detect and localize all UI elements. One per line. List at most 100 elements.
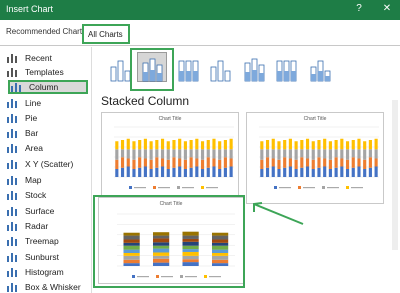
radar-chart-icon <box>6 220 20 232</box>
chart-bar-segment <box>311 141 315 150</box>
help-button[interactable]: ? <box>352 3 366 14</box>
sidebar-item-area[interactable]: Area <box>6 141 88 155</box>
box-whisker-chart-icon <box>6 281 20 293</box>
sidebar-item-label: Histogram <box>25 267 64 277</box>
sidebar-item-treemap[interactable]: Treemap <box>6 234 88 248</box>
sidebar-item-column[interactable]: Column <box>8 80 88 94</box>
templates-icon <box>6 66 20 78</box>
chart-bar-segment <box>223 140 227 150</box>
chart-bar-segment <box>363 159 367 169</box>
chart-bar-segment <box>200 169 205 177</box>
chart-bar-segment <box>260 169 264 177</box>
legend-text <box>158 187 170 189</box>
sidebar-item-label: Area <box>25 143 43 153</box>
legend-swatch <box>274 186 277 189</box>
chart-bar-segment <box>178 158 182 167</box>
sidebar-item-radar[interactable]: Radar <box>6 219 88 233</box>
map-chart-icon <box>6 174 20 186</box>
chart-bar-segment <box>149 159 153 169</box>
chart-bar-segment <box>271 166 275 177</box>
legend-swatch <box>177 186 180 189</box>
chart-bar-segment <box>340 138 344 150</box>
chart-bar-segment <box>288 138 292 150</box>
legend-text <box>327 187 339 189</box>
scrollbar[interactable] <box>392 100 398 250</box>
chart-bar-segment <box>277 149 281 160</box>
chart-bar-segment <box>189 149 193 158</box>
chart-bar-segment <box>265 149 270 158</box>
chart-bar-segment <box>189 157 193 168</box>
tab-all-charts[interactable]: All Charts <box>82 24 130 44</box>
subtype-title: Stacked Column <box>101 94 190 108</box>
chart-bar-segment <box>126 158 130 167</box>
tab-recommended-charts[interactable]: Recommended Charts <box>6 27 86 36</box>
chart-bar-segment <box>178 149 182 159</box>
subtype-3d-stacked-column-icon[interactable] <box>239 52 269 82</box>
sidebar-item-label: Column <box>29 82 59 92</box>
subtype-3d-clustered-column-icon[interactable] <box>205 52 235 82</box>
chart-bar-segment <box>143 158 147 167</box>
subtype-100-stacked-column-icon[interactable] <box>173 52 203 82</box>
arrow-annotation <box>253 202 304 225</box>
sidebar-item-templates[interactable]: Templates <box>6 65 88 79</box>
sidebar-item-recent[interactable]: Recent <box>6 51 88 65</box>
sidebar-item-label: Treemap <box>25 236 59 246</box>
legend-text <box>134 187 146 189</box>
chart-bar-segment <box>218 141 222 150</box>
chart-bar-segment <box>218 159 222 169</box>
subtype-3d-100-stacked-column-icon[interactable] <box>271 52 301 82</box>
chart-bar-segment <box>115 149 119 160</box>
close-button[interactable]: ✕ <box>380 3 394 14</box>
chart-type-sidebar: Recent Templates Column Line Pie Bar Area X Y (… <box>0 47 92 293</box>
sidebar-item-pie[interactable]: Pie <box>6 111 88 125</box>
chart-bar-segment <box>357 158 361 167</box>
sidebar-item-histogram[interactable]: Histogram <box>6 265 88 279</box>
chart-bar-segment <box>206 140 210 150</box>
chart-bar-segment <box>374 166 378 177</box>
sidebar-item-x-y-scatter[interactable]: X Y (Scatter) <box>6 157 88 171</box>
chart-bar-segment <box>283 157 287 168</box>
chart-bar-segment <box>178 138 182 150</box>
area-chart-icon <box>6 142 20 154</box>
chart-bar-segment <box>160 138 165 150</box>
chart-bar-segment <box>189 140 193 150</box>
chart-bar-segment <box>143 166 147 177</box>
chart-bar-segment <box>300 157 304 168</box>
chart-bar-segment <box>334 140 338 150</box>
chart-bar-segment <box>368 157 372 168</box>
subtype-3d-column-icon[interactable] <box>305 52 335 82</box>
sidebar-item-surface[interactable]: Surface <box>6 204 88 218</box>
sidebar-item-sunburst[interactable]: Sunburst <box>6 250 88 264</box>
subtype-highlight <box>130 48 174 91</box>
sidebar-item-box-whisker[interactable]: Box & Whisker <box>6 280 88 293</box>
sidebar-item-map[interactable]: Map <box>6 173 88 187</box>
sidebar-item-label: Stock <box>25 190 47 200</box>
chart-bar-segment <box>183 149 187 160</box>
chart-bar-segment <box>195 166 199 177</box>
chart-bar-segment <box>183 159 187 169</box>
chart-bar-segment <box>317 140 321 150</box>
chart-preview-2[interactable]: Chart Title <box>246 112 384 204</box>
line-chart-icon <box>6 97 20 109</box>
chart-bar-segment <box>345 159 350 169</box>
chart-bar-segment <box>223 157 227 168</box>
sidebar-item-label: Sunburst <box>25 252 60 262</box>
sidebar-item-bar[interactable]: Bar <box>6 126 88 140</box>
chart-bar-segment <box>294 141 298 150</box>
chart-bar-segment <box>305 158 310 167</box>
chart-bar-segment <box>374 138 378 150</box>
chart-bar-segment <box>288 158 292 167</box>
chart-bar-segment <box>363 149 367 160</box>
chart-preview-1[interactable]: Chart Title <box>101 112 239 204</box>
chart-bar-segment <box>260 141 264 150</box>
chart-bar-segment <box>305 138 310 150</box>
chart-bar-segment <box>126 149 130 159</box>
sidebar-item-label: Recent <box>25 53 52 63</box>
chart-bar-segment <box>345 141 350 150</box>
chart-bar-segment <box>115 159 119 169</box>
chart-bar-segment <box>166 149 170 160</box>
sidebar-item-line[interactable]: Line <box>6 96 88 110</box>
chart-bar-segment <box>229 158 233 167</box>
sidebar-item-stock[interactable]: Stock <box>6 188 88 202</box>
chart-bar-segment <box>229 166 233 177</box>
